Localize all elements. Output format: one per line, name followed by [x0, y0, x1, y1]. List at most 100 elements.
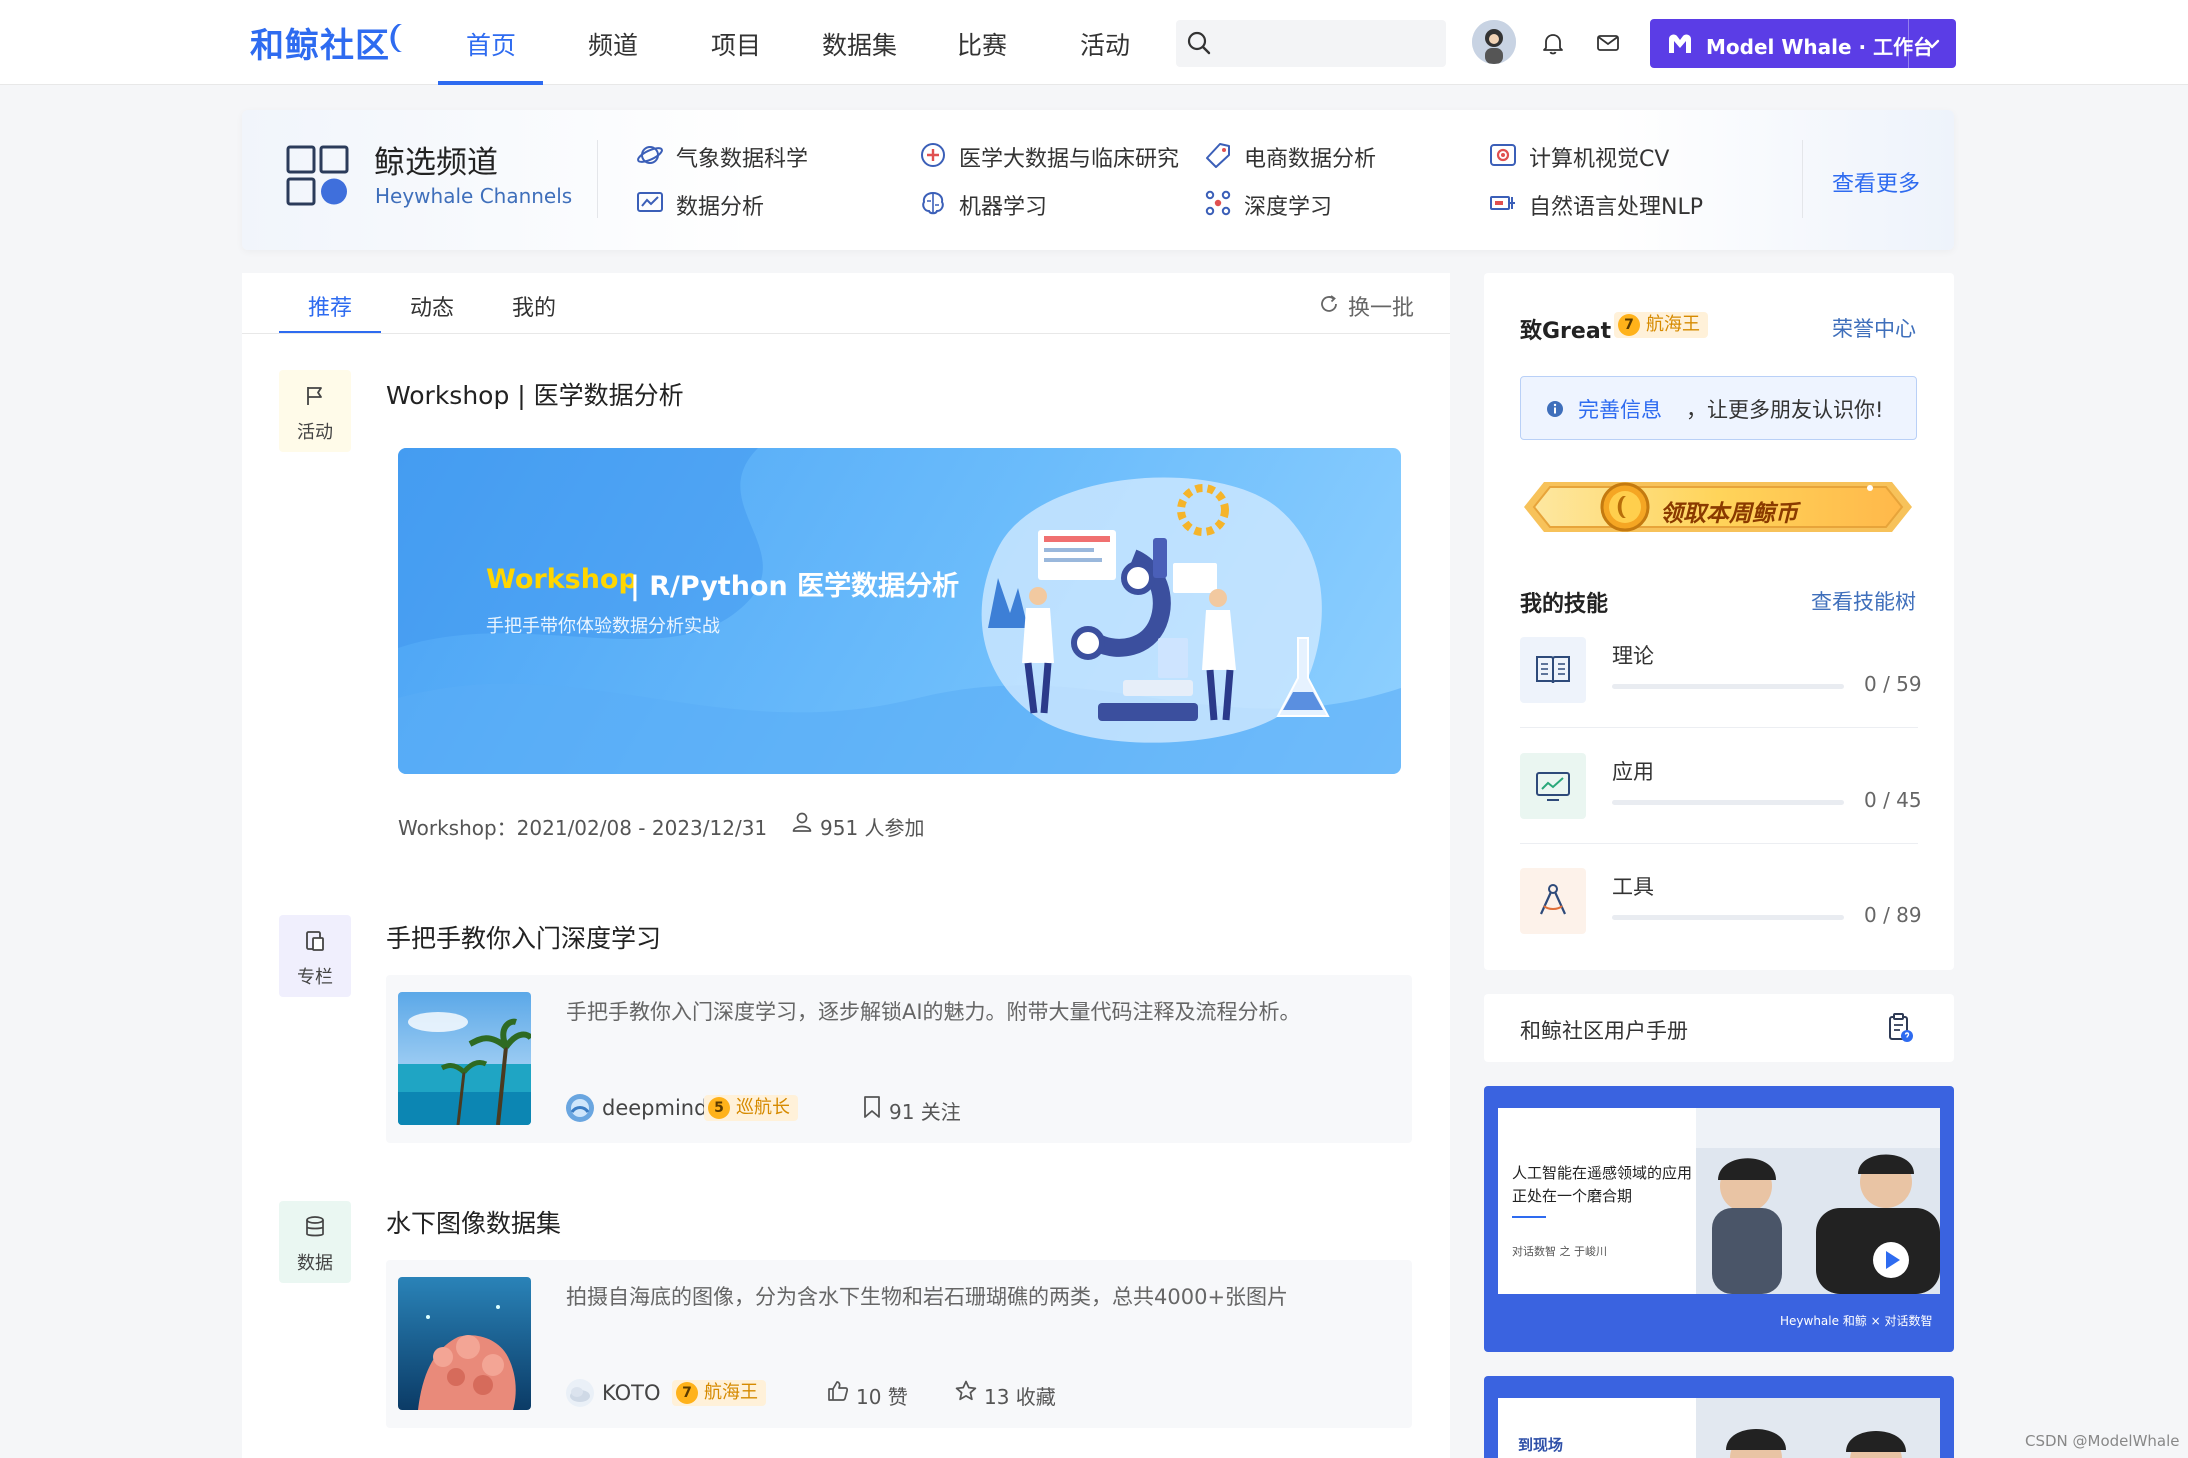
post-title[interactable]: 手把手教你入门深度学习: [386, 919, 661, 955]
author-name[interactable]: deepmind: [602, 1096, 707, 1120]
post-thumbnail[interactable]: [398, 1277, 531, 1410]
medical-cross-icon: [919, 141, 947, 169]
skill-value: 0 / 89: [1864, 903, 1922, 927]
tab-mine[interactable]: 我的: [512, 290, 556, 322]
video-thumbnail: [1696, 1108, 1940, 1294]
watermark: CSDN @ModelWhale: [2025, 1432, 2180, 1450]
column-icon: [303, 929, 327, 953]
favorite-count: 13 收藏: [984, 1385, 1056, 1409]
nav-active-indicator: [438, 81, 543, 85]
nav-channels[interactable]: 频道: [588, 26, 638, 62]
user-level-badge: 7 航海王: [672, 1380, 766, 1406]
divider: [242, 333, 1450, 334]
brain-icon: [919, 189, 947, 217]
refresh-button[interactable]: 换一批: [1348, 290, 1414, 322]
event-banner-image[interactable]: Workshop | R/Python 医学数据分析 手把手带你体验数据分析实战: [398, 448, 1401, 774]
video-thumbnail: [1696, 1398, 1940, 1458]
post-description: 拍摄自海底的图像，分为含水下生物和岩石珊瑚礁的两类，总共4000+张图片: [566, 1285, 1289, 1309]
post-title[interactable]: 水下图像数据集: [386, 1204, 561, 1240]
user-manual-link[interactable]: 和鲸社区用户手册: [1520, 1015, 1688, 1045]
nav-datasets[interactable]: 数据集: [822, 26, 897, 62]
site-logo[interactable]: 和鲸社区: [250, 18, 390, 67]
skill-progress-bar: [1612, 915, 1844, 920]
user-level-badge: 7 航海王: [1614, 312, 1708, 338]
application-skill-icon: [1520, 753, 1586, 819]
channels-panel: [242, 110, 1954, 250]
video-card[interactable]: 人工智能在遥感领域的应用 正处在一个磨合期 对话数智 之 于峻川 Heywhal…: [1484, 1086, 1954, 1352]
whale-logo-icon: [386, 20, 406, 56]
post-description: 手把手教你入门深度学习，逐步解锁AI的魅力。附带大量代码注释及流程分析。: [566, 1000, 1301, 1024]
tab-recommended[interactable]: 推荐: [308, 290, 352, 322]
username[interactable]: 致Great: [1520, 313, 1611, 345]
event-date: Workshop：2021/02/08 - 2023/12/31: [398, 816, 768, 840]
video-credit: 对话数智 之 于峻川: [1512, 1245, 1607, 1258]
divider: [597, 140, 598, 218]
video-caption: 人工智能在遥感领域的应用: [1512, 1164, 1693, 1182]
refresh-icon[interactable]: [1318, 293, 1340, 315]
skills-title: 我的技能: [1520, 592, 1609, 617]
nlp-icon: [1489, 189, 1517, 217]
chart-monitor-icon: [636, 189, 664, 217]
skill-name: 应用: [1612, 760, 1654, 784]
mail-icon[interactable]: [1595, 31, 1621, 55]
skill-tree-link[interactable]: 查看技能树: [1811, 586, 1916, 616]
skill-name: 工具: [1612, 875, 1654, 899]
star-icon[interactable]: [954, 1379, 978, 1403]
channels-more-link[interactable]: 查看更多: [1832, 166, 1920, 198]
tab-activity[interactable]: 动态: [410, 290, 454, 322]
planet-icon: [636, 141, 664, 169]
skill-value: 0 / 45: [1864, 788, 1922, 812]
network-icon: [1204, 189, 1232, 217]
like-count: 10 赞: [856, 1385, 908, 1409]
workbench-button[interactable]: Model Whale · 工作台: [1650, 19, 1956, 68]
flag-icon: [303, 384, 327, 408]
channels-grid-icon: [286, 145, 350, 207]
workbench-brand: Model Whale: [1706, 35, 1852, 59]
divider: [1520, 727, 1918, 728]
follow-count: 91 关注: [889, 1100, 961, 1124]
user-avatar[interactable]: [1472, 20, 1516, 64]
skill-name: 理论: [1612, 644, 1654, 668]
skill-value: 0 / 59: [1864, 672, 1922, 696]
theory-skill-icon: [1520, 637, 1586, 703]
eye-icon: [1489, 141, 1517, 169]
skill-progress-bar: [1612, 800, 1844, 805]
author-avatar[interactable]: [566, 1094, 594, 1122]
nav-events[interactable]: 活动: [1080, 26, 1130, 62]
post-title[interactable]: Workshop | 医学数据分析: [386, 376, 684, 412]
post-type-badge: 专栏: [279, 915, 351, 997]
weekly-coin-label: 领取本周鲸币: [1660, 501, 1798, 527]
chevron-down-icon[interactable]: [1922, 36, 1942, 52]
post-thumbnail[interactable]: [398, 992, 531, 1125]
thumbs-up-icon[interactable]: [826, 1379, 850, 1403]
divider: [1802, 140, 1803, 218]
user-level-badge: 5 巡航长: [704, 1095, 798, 1121]
search-input[interactable]: [1176, 20, 1446, 67]
channels-subtitle: Heywhale Channels: [375, 184, 573, 208]
bookmark-icon[interactable]: [860, 1094, 884, 1120]
nav-projects[interactable]: 项目: [711, 26, 761, 62]
channels-title: 鲸选频道: [374, 145, 498, 181]
search-icon[interactable]: [1186, 30, 1212, 56]
bell-icon[interactable]: [1540, 30, 1566, 56]
complete-profile-text: ，让更多朋友认识你!: [1686, 398, 1884, 422]
modelwhale-logo-icon: [1666, 31, 1694, 57]
manual-icon[interactable]: [1886, 1013, 1914, 1043]
skill-progress-bar: [1612, 684, 1844, 689]
video-caption: 正处在一个磨合期: [1512, 1187, 1633, 1205]
nav-home[interactable]: 首页: [466, 26, 516, 62]
author-name[interactable]: KOTO: [602, 1381, 661, 1405]
nav-competitions[interactable]: 比赛: [957, 26, 1007, 62]
honor-center-link[interactable]: 荣誉中心: [1832, 313, 1916, 343]
person-icon: [790, 810, 814, 834]
database-icon: [303, 1215, 327, 1239]
tool-skill-icon: [1520, 868, 1586, 934]
divider: [1520, 843, 1918, 844]
author-avatar[interactable]: [566, 1379, 594, 1407]
video-card[interactable]: 到现场: [1484, 1376, 1954, 1458]
post-type-badge: 数据: [279, 1201, 351, 1283]
video-footer: Heywhale 和鲸 × 对话数智: [1780, 1314, 1933, 1328]
post-type-badge: 活动: [279, 370, 351, 452]
tag-icon: [1204, 141, 1232, 169]
complete-profile-link[interactable]: 完善信息: [1578, 394, 1662, 424]
